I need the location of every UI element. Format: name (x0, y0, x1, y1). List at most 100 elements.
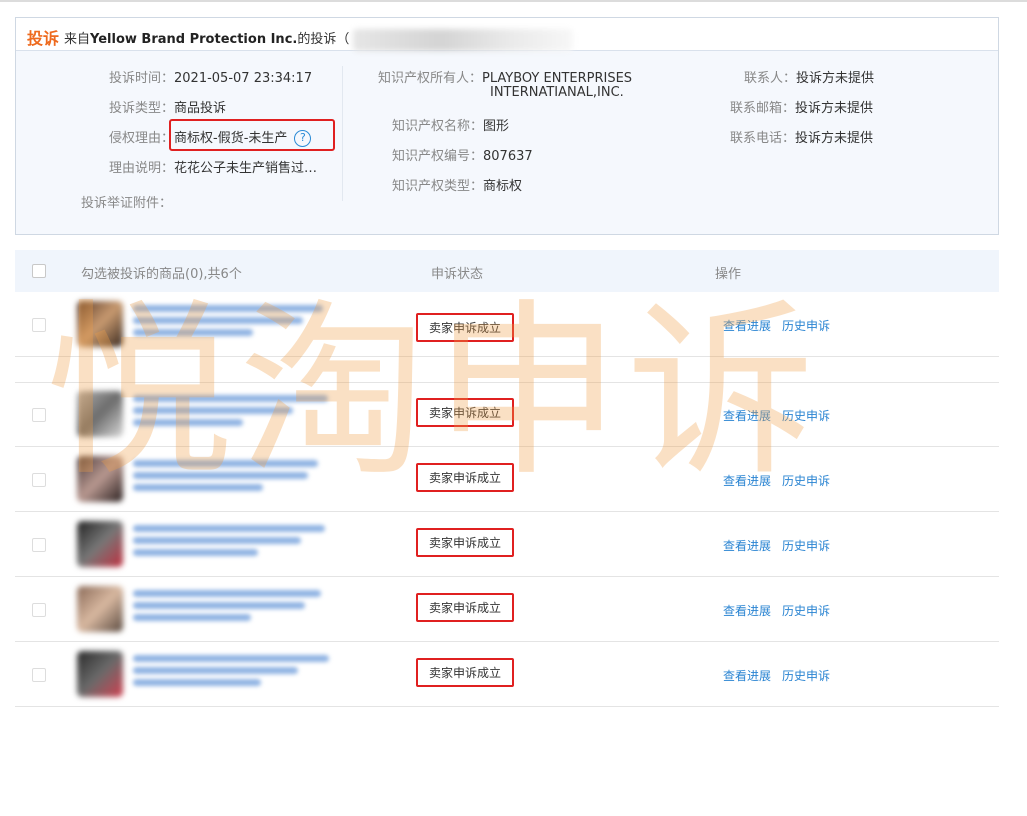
appeal-history-link[interactable]: 历史申诉 (782, 407, 830, 424)
ip-owner-line2-field: INTERNATIANAL,INC. (490, 85, 624, 100)
explanation-label: 理由说明： (109, 161, 175, 176)
col-actions-header: 操作 (715, 267, 742, 282)
product-title-blurred (133, 484, 263, 491)
product-thumbnail[interactable] (77, 391, 123, 437)
product-title-blurred[interactable] (133, 305, 323, 312)
appeal-history-link[interactable]: 历史申诉 (782, 667, 830, 684)
complaint-time-value: 2021-05-07 23:34:17 (174, 71, 313, 86)
attachments-label: 投诉举证附件： (81, 196, 173, 211)
complaint-source: 来自Yellow Brand Protection Inc.的投诉（ (64, 28, 574, 51)
product-thumbnail[interactable] (77, 586, 123, 632)
product-thumbnail[interactable] (77, 521, 123, 567)
contact-value: 投诉方未提供 (796, 71, 875, 86)
product-title-blurred[interactable] (133, 655, 329, 662)
ip-owner-label: 知识产权所有人： (378, 71, 483, 86)
contact-label: 联系人： (744, 71, 797, 86)
product-title-blurred[interactable] (133, 590, 321, 597)
view-progress-link[interactable]: 查看进展 (723, 472, 771, 489)
view-progress-link[interactable]: 查看进展 (723, 602, 771, 619)
product-title-blurred (133, 407, 293, 414)
appeal-status: 卖家申诉成立 (416, 313, 515, 342)
from-prefix: 来自 (64, 32, 91, 47)
appeal-status: 卖家申诉成立 (416, 463, 515, 492)
product-thumbnail[interactable] (77, 456, 123, 502)
ip-owner-field: 知识产权所有人：PLAYBOY ENTERPRISES (378, 67, 632, 86)
complaint-type-field: 投诉类型：商品投诉 (109, 97, 226, 116)
phone-field: 联系电话：投诉方未提供 (730, 127, 873, 146)
contact-field: 联系人：投诉方未提供 (744, 67, 874, 86)
product-title-blurred (133, 549, 258, 556)
appeal-history-link[interactable]: 历史申诉 (782, 537, 830, 554)
email-field: 联系邮箱：投诉方未提供 (730, 97, 873, 116)
column-divider (342, 66, 343, 201)
select-all-checkbox[interactable] (32, 264, 46, 278)
product-title-blurred (133, 679, 261, 686)
ip-type-value: 商标权 (483, 179, 523, 194)
email-value: 投诉方未提供 (795, 101, 874, 116)
product-title-blurred[interactable] (133, 525, 325, 532)
appeal-history-link[interactable]: 历史申诉 (782, 602, 830, 619)
product-title-blurred (133, 329, 253, 336)
explanation-value[interactable]: 花花公子未生产销售过… (174, 161, 317, 176)
appeal-history-link[interactable]: 历史申诉 (782, 472, 830, 489)
complaint-suffix: 的投诉（ (297, 32, 350, 47)
table-row: 卖家申诉成立 查看进展 历史申诉 (15, 448, 999, 512)
row-checkbox[interactable] (32, 473, 46, 487)
ip-owner-value-line2: INTERNATIANAL,INC. (490, 85, 624, 100)
product-title-blurred (133, 614, 251, 621)
col-products-header: 勾选被投诉的商品(0),共6个 (81, 267, 242, 282)
redacted-id (353, 28, 574, 51)
table-row: 卖家申诉成立 查看进展 历史申诉 (15, 643, 999, 707)
complaint-detail-panel: 投诉 来自Yellow Brand Protection Inc.的投诉（ 投诉… (15, 17, 999, 235)
row-checkbox[interactable] (32, 668, 46, 682)
ip-number-value: 807637 (483, 149, 533, 164)
product-title-blurred (133, 317, 303, 324)
view-progress-link[interactable]: 查看进展 (723, 407, 771, 424)
complaint-header: 投诉 来自Yellow Brand Protection Inc.的投诉（ (16, 18, 998, 51)
appeal-status: 卖家申诉成立 (416, 398, 515, 427)
table-row: 卖家申诉成立 查看进展 历史申诉 (15, 513, 999, 577)
row-checkbox[interactable] (32, 603, 46, 617)
complaint-time-label: 投诉时间： (109, 71, 175, 86)
product-title-blurred[interactable] (133, 460, 318, 467)
view-progress-link[interactable]: 查看进展 (723, 537, 771, 554)
row-checkbox[interactable] (32, 318, 46, 332)
view-progress-link[interactable]: 查看进展 (723, 667, 771, 684)
product-title-blurred[interactable] (133, 395, 328, 402)
phone-value: 投诉方未提供 (795, 131, 874, 146)
ip-number-field: 知识产权编号：807637 (392, 145, 533, 164)
ip-type-label: 知识产权类型： (392, 179, 484, 194)
complaint-title: 投诉 (27, 29, 60, 48)
ip-name-value: 图形 (483, 119, 510, 134)
appeal-status: 卖家申诉成立 (416, 593, 515, 622)
complaint-time-field: 投诉时间：2021-05-07 23:34:17 (109, 67, 312, 86)
product-title-blurred (133, 472, 308, 479)
product-thumbnail[interactable] (77, 651, 123, 697)
table-row: 卖家申诉成立 查看进展 历史申诉 (15, 293, 999, 357)
ip-name-field: 知识产权名称：图形 (392, 115, 509, 134)
row-checkbox[interactable] (32, 538, 46, 552)
appeal-status: 卖家申诉成立 (416, 528, 515, 557)
product-table-header: 勾选被投诉的商品(0),共6个 申诉状态 操作 (15, 250, 999, 292)
complaint-type-value: 商品投诉 (174, 101, 227, 116)
product-title-blurred (133, 667, 298, 674)
ip-name-label: 知识产权名称： (392, 119, 484, 134)
ip-owner-value-line1: PLAYBOY ENTERPRISES (482, 71, 633, 86)
appeal-history-link[interactable]: 历史申诉 (782, 317, 830, 334)
view-progress-link[interactable]: 查看进展 (723, 317, 771, 334)
phone-label: 联系电话： (730, 131, 796, 146)
email-label: 联系邮箱： (730, 101, 796, 116)
col-status-header: 申诉状态 (431, 267, 484, 282)
complainant-company: Yellow Brand Protection Inc. (90, 32, 298, 47)
table-row: 卖家申诉成立 查看进展 历史申诉 (15, 578, 999, 642)
attachments-field: 投诉举证附件： (81, 192, 172, 211)
product-thumbnail[interactable] (77, 301, 123, 347)
reason-label: 侵权理由： (109, 131, 175, 146)
appeal-status: 卖家申诉成立 (416, 658, 515, 687)
explanation-field: 理由说明：花花公子未生产销售过… (109, 157, 317, 176)
product-title-blurred (133, 419, 243, 426)
product-title-blurred (133, 537, 301, 544)
product-title-blurred (133, 602, 305, 609)
row-checkbox[interactable] (32, 408, 46, 422)
reason-highlight-box (169, 119, 335, 151)
